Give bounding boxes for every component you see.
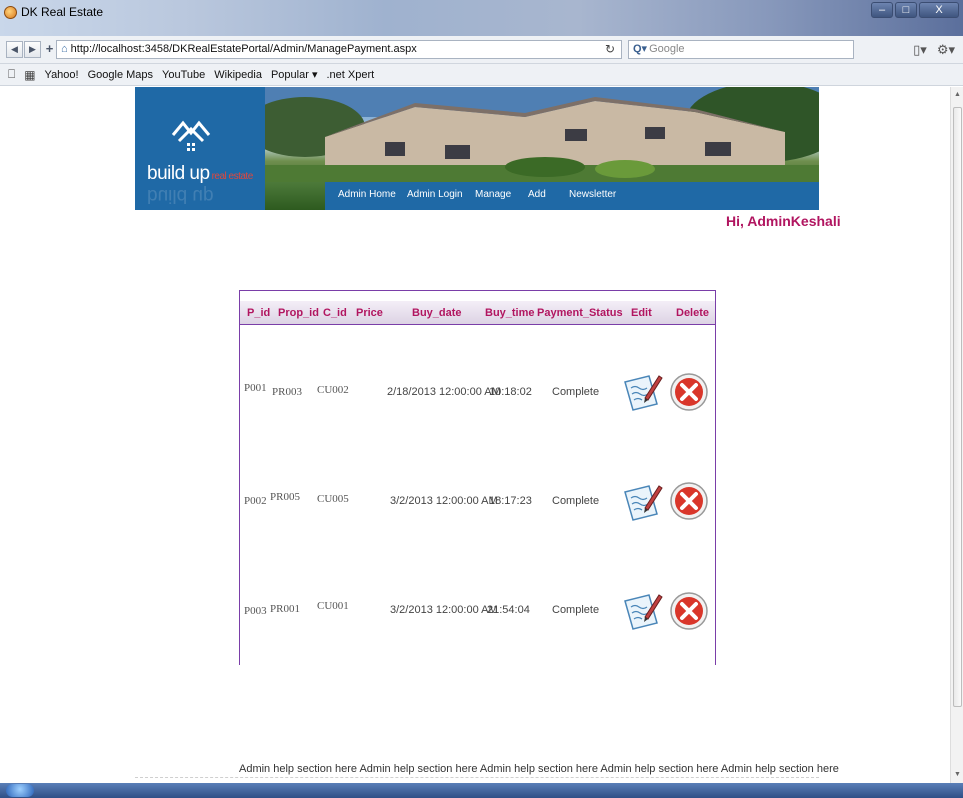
cell-c-id: CU001 <box>317 600 349 612</box>
minimize-button[interactable]: – <box>871 2 893 18</box>
menu-add[interactable]: Add <box>528 189 546 200</box>
os-taskbar <box>0 783 963 798</box>
bookmark-yahoo[interactable]: Yahoo! <box>45 69 79 81</box>
admin-help-text: Admin help section here Admin help secti… <box>239 763 839 775</box>
browser-app-icon <box>4 5 17 19</box>
start-button[interactable] <box>6 784 34 797</box>
grid-header-row: P_id Prop_id C_id Price Buy_date Buy_tim… <box>240 301 715 325</box>
payments-grid: P_id Prop_id C_id Price Buy_date Buy_tim… <box>239 290 716 665</box>
url-text: http://localhost:3458/DKRealEstatePortal… <box>70 43 417 55</box>
menu-newsletter[interactable]: Newsletter <box>569 189 616 200</box>
browser-navbar: ◀ ▶ + ⌂ http://localhost:3458/DKRealEsta… <box>0 36 963 64</box>
close-button[interactable]: X <box>919 2 959 18</box>
settings-icon[interactable]: ⚙▾ <box>937 42 955 58</box>
maximize-button[interactable]: □ <box>895 2 917 18</box>
toolbar-icons: ▯▾ ⚙▾ <box>913 42 955 58</box>
header-payment-status: Payment_Status <box>537 307 623 319</box>
header-c-id: C_id <box>323 307 347 319</box>
menu-admin-home[interactable]: Admin Home <box>338 189 396 200</box>
top-menu: Admin Home Admin Login Manage Add Newsle… <box>265 182 819 210</box>
page-icon[interactable]: ▯▾ <box>913 42 927 58</box>
add-icon[interactable]: + <box>44 41 55 58</box>
window-title-text: DK Real Estate <box>21 5 104 19</box>
back-icon[interactable]: ◀ <box>6 41 23 58</box>
header-prop-id: Prop_id <box>278 307 319 319</box>
header-buy-time: Buy_time <box>485 307 535 319</box>
cell-buy-date: 3/2/2013 12:00:00 AM <box>390 495 498 507</box>
footer-divider <box>135 777 819 778</box>
cell-prop-id: PR001 <box>270 603 300 615</box>
header-p-id: P_id <box>247 307 271 319</box>
address-bar[interactable]: ⌂ http://localhost:3458/DKRealEstatePort… <box>56 40 622 59</box>
bookmark-youtube[interactable]: YouTube <box>162 69 205 81</box>
cell-c-id: CU005 <box>317 493 349 505</box>
edit-icon[interactable] <box>621 480 663 524</box>
cell-buy-date: 3/2/2013 12:00:00 AM <box>390 604 498 616</box>
vertical-scrollbar[interactable]: ▲ ▼ <box>950 87 963 783</box>
row-divider <box>240 533 715 534</box>
logo-main: build up <box>147 163 210 184</box>
menu-lawn-strip <box>265 182 325 210</box>
edit-icon[interactable] <box>621 589 663 633</box>
logo-block[interactable]: build up real estate build up <box>135 87 265 210</box>
cell-status: Complete <box>552 495 600 507</box>
logo-reflection: build up <box>147 185 214 206</box>
search-placeholder: Google <box>649 43 685 55</box>
window-titlebar: DK Real Estate – □ X <box>0 0 963 36</box>
apps-icon[interactable]: ▦ <box>24 68 35 82</box>
cell-status: Complete <box>552 604 600 616</box>
site-header: build up real estate build up Admin Home… <box>135 87 819 210</box>
header-delete: Delete <box>676 307 710 319</box>
window-title: DK Real Estate <box>4 5 103 19</box>
bookmark-wikipedia[interactable]: Wikipedia <box>214 69 262 81</box>
delete-icon[interactable] <box>669 481 709 521</box>
user-greeting: Hi, AdminKeshali <box>726 213 841 229</box>
cell-buy-time: 10:18:02 <box>489 386 532 398</box>
edit-icon[interactable] <box>621 370 663 414</box>
home-icon: ⌂ <box>61 43 68 55</box>
logo-sub: real estate <box>211 171 254 182</box>
bookmark-popular[interactable]: Popular ▾ <box>271 68 318 81</box>
bookmark-google-maps[interactable]: Google Maps <box>88 69 153 81</box>
bookmarks-icon[interactable]: ⎕ <box>8 67 15 82</box>
cell-p-id: P003 <box>244 605 267 617</box>
header-price: Price <box>356 307 383 319</box>
cell-buy-time: 18:17:23 <box>489 495 532 507</box>
cell-prop-id: PR005 <box>270 491 300 503</box>
bookmark-net-xpert[interactable]: .net Xpert <box>326 69 374 81</box>
window-controls: – □ X <box>871 2 959 18</box>
delete-icon[interactable] <box>669 591 709 631</box>
delete-icon[interactable] <box>669 372 709 412</box>
cell-prop-id: PR003 <box>272 386 302 398</box>
forward-icon[interactable]: ▶ <box>24 41 41 58</box>
logo-text: build up real estate <box>147 163 253 185</box>
search-icon: Q▾ <box>633 43 648 55</box>
row-divider <box>240 643 715 644</box>
cell-buy-time: 21:54:04 <box>487 604 530 616</box>
house-logo-icon <box>171 120 211 151</box>
house-banner-image <box>265 87 819 182</box>
search-input[interactable]: Q▾ Google <box>628 40 854 59</box>
bookmarks-bar: ⎕ ▦ Yahoo! Google Maps YouTube Wikipedia… <box>0 64 963 86</box>
scroll-down-icon[interactable]: ▼ <box>954 771 961 778</box>
cell-c-id: CU002 <box>317 384 349 396</box>
cell-p-id: P002 <box>244 495 267 507</box>
cell-status: Complete <box>552 386 600 398</box>
scroll-thumb[interactable] <box>953 107 962 707</box>
cell-buy-date: 2/18/2013 12:00:00 AM <box>387 386 501 398</box>
menu-manage[interactable]: Manage <box>475 189 511 200</box>
reload-icon[interactable]: ↻ <box>605 41 615 58</box>
header-edit: Edit <box>631 307 652 319</box>
cell-p-id: P001 <box>244 382 267 394</box>
house-illustration <box>265 87 819 182</box>
scroll-up-icon[interactable]: ▲ <box>954 91 961 98</box>
menu-admin-login[interactable]: Admin Login <box>407 189 463 200</box>
header-buy-date: Buy_date <box>412 307 462 319</box>
page-viewport: build up real estate build up Admin Home… <box>0 87 950 783</box>
